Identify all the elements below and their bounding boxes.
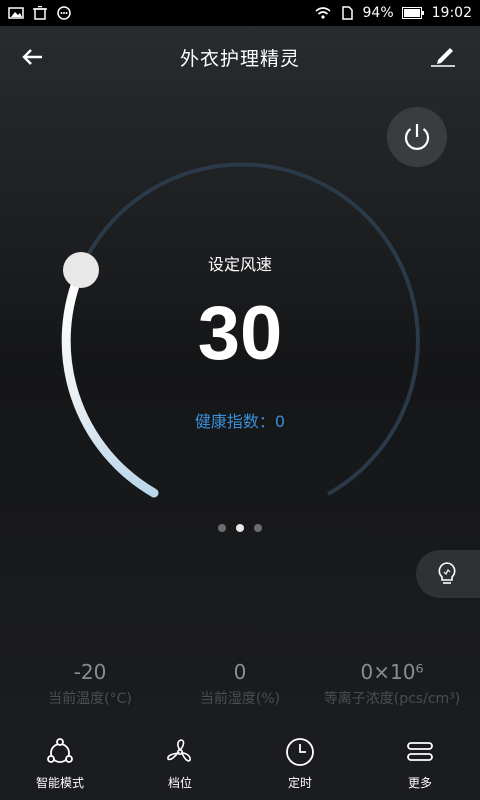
nav-smart-mode[interactable]: 智能模式 (0, 722, 120, 800)
clock-time: 19:02 (431, 5, 472, 21)
wifi-icon (314, 7, 331, 19)
light-button[interactable] (416, 550, 480, 598)
gallery-icon (8, 7, 24, 19)
nav-timer-label: 定时 (287, 776, 312, 790)
humidity-label: 当前湿度(%) (199, 691, 281, 707)
menu-icon (407, 742, 433, 761)
header: 外衣护理精灵 (0, 26, 480, 88)
clock-icon (286, 738, 314, 766)
temperature-reading: -20 当前温度(°C) (10, 658, 170, 708)
nav-more-label: 更多 (407, 776, 432, 790)
edit-icon[interactable] (428, 40, 458, 70)
power-icon (404, 124, 430, 150)
nav-more[interactable]: 更多 (360, 722, 480, 800)
app-screen: 94% 19:02 外衣护理精灵 设定风速 30 健康指数：0 -20 当前温度… (0, 0, 480, 800)
page-indicator (0, 524, 480, 532)
power-button[interactable] (387, 107, 447, 167)
page-dot-1[interactable] (218, 524, 226, 532)
message-icon (57, 6, 71, 20)
wind-speed-value: 30 (197, 291, 283, 376)
trash-icon (33, 6, 47, 20)
nav-smart-mode-label: 智能模式 (35, 776, 84, 790)
health-index: 健康指数：0 (194, 412, 286, 431)
page-dot-3[interactable] (254, 524, 262, 532)
smart-mode-icon (47, 738, 73, 763)
fan-icon (167, 739, 191, 762)
battery-icon (401, 7, 424, 19)
plasma-label: 等离子浓度(pcs/cm³) (323, 691, 461, 707)
dial-label: 设定风速 (207, 255, 272, 274)
humidity-value: 0 (233, 660, 247, 684)
humidity-reading: 0 当前湿度(%) (160, 658, 320, 708)
sim-icon (341, 6, 353, 20)
page-title: 外衣护理精灵 (179, 48, 300, 70)
sensor-readings: -20 当前温度(°C) 0 当前湿度(%) 0×10⁶ 等离子浓度(pcs/c… (0, 658, 480, 718)
bottom-nav: 智能模式 档位 定时 更多 (0, 722, 480, 800)
status-bar: 94% 19:02 (0, 0, 480, 26)
temperature-value: -20 (73, 660, 107, 684)
plasma-value: 0×10⁶ (360, 660, 424, 684)
plasma-reading: 0×10⁶ 等离子浓度(pcs/cm³) (312, 658, 472, 708)
nav-gear-label: 档位 (167, 776, 192, 790)
lightbulb-icon (438, 562, 456, 584)
battery-percent: 94% (362, 5, 394, 21)
page-dot-2[interactable] (236, 524, 244, 532)
nav-gear[interactable]: 档位 (120, 722, 240, 800)
nav-timer[interactable]: 定时 (240, 722, 360, 800)
temperature-label: 当前温度(°C) (48, 691, 132, 707)
